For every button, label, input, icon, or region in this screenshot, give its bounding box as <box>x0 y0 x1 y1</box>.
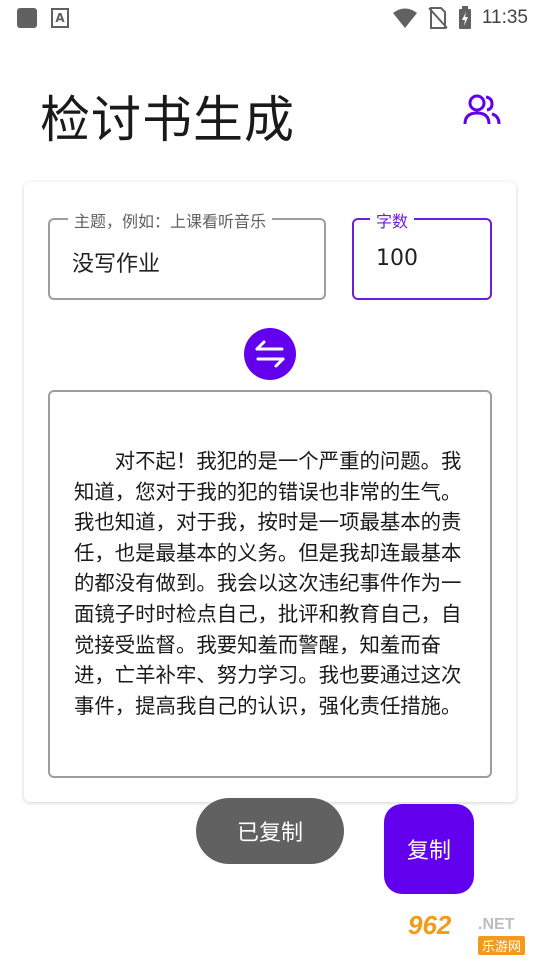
wifi-icon <box>392 8 417 28</box>
app-notification-icon <box>17 8 37 28</box>
battery-charging-icon <box>458 6 471 29</box>
watermark-site: 乐游网 <box>478 936 526 955</box>
word-count-label: 字数 <box>370 208 415 232</box>
no-sim-icon <box>428 7 448 29</box>
swap-arrows-icon <box>255 340 285 368</box>
output-textarea[interactable]: 对不起！我犯的是一个严重的问题。我知道，您对于我的犯的错误也非常的生气。我也知道… <box>48 390 492 778</box>
topic-input[interactable]: 没写作业 <box>72 246 160 278</box>
generator-card: 主题，例如：上课看听音乐 没写作业 字数 100 对不起！我犯的是一个严重的问题… <box>24 182 516 802</box>
copy-button[interactable]: 复制 <box>384 804 474 894</box>
page-title: 检讨书生成 <box>40 91 295 149</box>
watermark-number: 962 <box>408 910 452 940</box>
site-watermark: 962 .NET 乐游网 <box>402 910 534 956</box>
topic-field-label: 主题，例如：上课看听音乐 <box>68 208 273 232</box>
status-bar: A 11:35 <box>0 0 540 36</box>
users-button[interactable] <box>462 90 502 130</box>
status-time: 11:35 <box>481 7 528 28</box>
users-icon <box>463 94 501 125</box>
text-notification-icon: A <box>51 8 69 28</box>
copied-toast: 已复制 <box>196 798 344 864</box>
watermark-domain: .NET <box>478 916 515 933</box>
output-text: 对不起！我犯的是一个严重的问题。我知道，您对于我的犯的错误也非常的生气。我也知道… <box>74 449 462 718</box>
word-count-input[interactable]: 100 <box>376 246 418 271</box>
generate-button[interactable] <box>244 328 296 380</box>
topic-field[interactable]: 主题，例如：上课看听音乐 没写作业 <box>48 208 326 300</box>
word-count-field[interactable]: 字数 100 <box>352 208 492 300</box>
